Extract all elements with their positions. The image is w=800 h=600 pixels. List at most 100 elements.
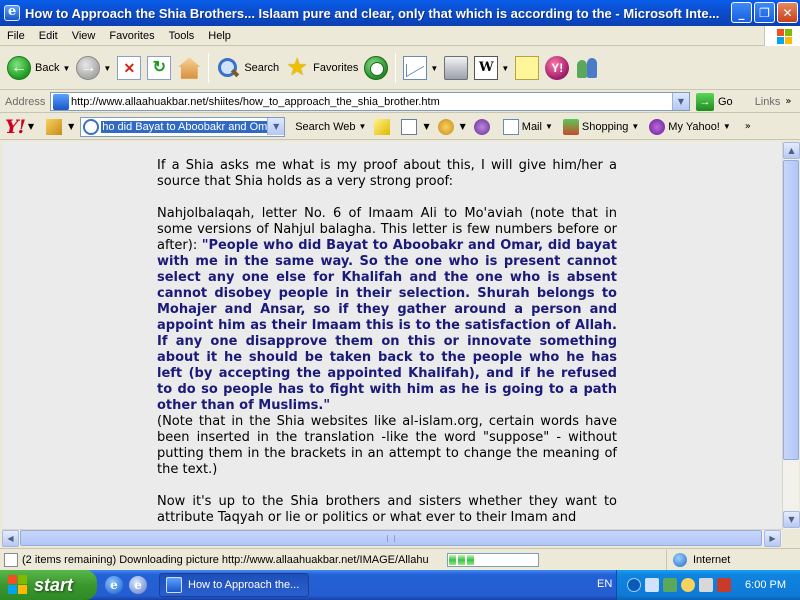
quicklaunch-browser-icon[interactable]: e — [129, 576, 147, 594]
pencil-icon[interactable] — [46, 118, 63, 135]
menu-edit[interactable]: Edit — [32, 30, 65, 42]
quicklaunch-ie-icon[interactable]: e — [105, 576, 123, 594]
task-label: How to Approach the... — [188, 579, 300, 591]
word-edit-icon: W — [474, 56, 499, 80]
search-history-dropdown-icon[interactable]: ▼ — [267, 117, 285, 135]
form-fill-icon[interactable] — [401, 118, 418, 135]
scroll-right-button[interactable]: ▶ — [764, 530, 781, 547]
yahoo-logo[interactable]: Y! — [5, 116, 26, 138]
highlight-icon[interactable] — [374, 118, 391, 135]
my-yahoo-dropdown-icon[interactable]: ▼ — [723, 122, 731, 131]
maximize-button[interactable]: ❐ — [754, 2, 775, 23]
links-label[interactable]: Links — [755, 96, 781, 108]
menu-file[interactable]: File — [0, 30, 32, 42]
back-button[interactable]: ← Back ▼ — [4, 50, 73, 86]
forward-dropdown-icon[interactable]: ▼ — [103, 64, 111, 73]
shopping-dropdown-icon[interactable]: ▼ — [631, 122, 639, 131]
go-button[interactable]: → Go — [696, 92, 733, 111]
search-icon — [216, 56, 240, 80]
printer-icon — [444, 56, 469, 80]
paragraph: If a Shia asks me what is my proof about… — [157, 158, 617, 189]
language-indicator[interactable]: EN — [597, 578, 612, 590]
refresh-icon: ↻ — [147, 56, 172, 80]
yahoo-dropdown-icon[interactable]: ▼ — [28, 122, 34, 131]
shopping-label: Shopping — [581, 120, 629, 133]
pencil-dropdown-icon[interactable]: ▼ — [68, 122, 74, 131]
clock[interactable]: 6:00 PM — [745, 579, 786, 591]
menu-favorites[interactable]: Favorites — [102, 30, 161, 42]
horizontal-scrollbar[interactable]: ◀ ▶ — [2, 529, 782, 547]
print-button[interactable] — [441, 50, 471, 86]
edit-button[interactable]: W ▼ — [471, 50, 512, 86]
grip-icon — [387, 535, 395, 542]
vertical-scroll-thumb[interactable] — [783, 160, 799, 460]
refresh-button[interactable]: ↻ — [144, 50, 174, 86]
scroll-down-button[interactable]: ▼ — [783, 511, 800, 528]
messenger-button[interactable]: Y! — [542, 50, 572, 86]
yahoo-search-value: ho did Bayat to Aboobakr and Omar — [101, 120, 279, 133]
my-yahoo-button[interactable]: My Yahoo! ▼ — [649, 118, 731, 135]
address-dropdown-icon[interactable]: ▼ — [672, 93, 689, 110]
status-bar: (2 items remaining) Downloading picture … — [0, 548, 800, 570]
start-button[interactable]: start — [0, 570, 97, 600]
minimize-button[interactable]: _ — [731, 2, 752, 23]
mail-dropdown-icon[interactable]: ▼ — [545, 122, 553, 131]
scroll-up-button[interactable]: ▲ — [783, 142, 800, 159]
yahoo-mail-button[interactable]: Mail ▼ — [502, 118, 553, 135]
scroll-left-button[interactable]: ◀ — [2, 530, 19, 547]
vertical-scrollbar[interactable]: ▲ ▼ — [782, 142, 800, 529]
menu-view[interactable]: View — [65, 30, 103, 42]
go-label: Go — [718, 95, 733, 108]
search-button[interactable]: Search — [213, 50, 282, 86]
security-zone: Internet — [666, 549, 730, 570]
stop-button[interactable]: ✕ — [114, 50, 144, 86]
horizontal-scroll-thumb[interactable] — [20, 530, 762, 546]
taskbar-ie-window[interactable]: How to Approach the... — [159, 573, 309, 597]
page-loading-icon — [4, 552, 18, 567]
status-text: (2 items remaining) Downloading picture … — [22, 553, 429, 566]
search-web-dropdown-icon[interactable]: ▼ — [359, 122, 367, 131]
compass-dropdown-icon[interactable]: ▼ — [460, 122, 466, 131]
window-controls: _ ❐ ✕ — [731, 2, 798, 23]
forward-button[interactable]: → ▼ — [73, 50, 114, 86]
title-bar[interactable]: How to Approach the Shia Brothers... Isl… — [0, 0, 800, 26]
chevron-right-icon[interactable]: » — [785, 96, 791, 107]
mail-dropdown-icon[interactable]: ▼ — [430, 64, 438, 73]
ie-icon[interactable] — [4, 4, 20, 21]
favorites-button[interactable]: ★ Favorites — [282, 50, 361, 86]
contacts-button[interactable] — [572, 50, 602, 86]
compass-icon[interactable] — [437, 118, 454, 135]
network-icon[interactable] — [645, 578, 659, 592]
yahoo-smiley-icon[interactable] — [681, 578, 695, 592]
shopping-button[interactable]: Shopping ▼ — [562, 118, 639, 135]
volume-icon[interactable] — [699, 578, 713, 592]
headphones-icon[interactable] — [473, 118, 490, 135]
page-icon — [53, 93, 69, 110]
discuss-button[interactable] — [512, 50, 542, 86]
messenger-people-icon[interactable] — [663, 578, 677, 592]
address-input[interactable] — [71, 95, 671, 108]
forward-arrow-icon: → — [76, 56, 101, 80]
menu-help[interactable]: Help — [201, 30, 238, 42]
yahoo-search-input[interactable]: ho did Bayat to Aboobakr and Omar ▼ — [80, 116, 286, 137]
mail-button[interactable]: ▼ — [400, 50, 441, 86]
home-button[interactable] — [174, 50, 204, 86]
tray-expand-icon[interactable] — [627, 578, 641, 592]
form-fill-dropdown-icon[interactable]: ▼ — [423, 122, 429, 131]
security-shield-icon[interactable] — [717, 578, 731, 592]
history-button[interactable] — [361, 50, 391, 86]
edit-dropdown-icon[interactable]: ▼ — [501, 64, 509, 73]
address-combo[interactable]: ▼ — [50, 92, 690, 111]
back-arrow-icon: ← — [7, 56, 31, 80]
menu-bar: File Edit View Favorites Tools Help — [0, 26, 800, 46]
windows-flag-icon — [8, 575, 28, 595]
search-web-button[interactable]: Search Web ▼ — [295, 121, 366, 133]
close-button[interactable]: ✕ — [777, 2, 798, 23]
window-title: How to Approach the Shia Brothers... Isl… — [25, 5, 720, 21]
chevron-right-icon[interactable]: » — [745, 121, 751, 132]
page-content[interactable]: If a Shia asks me what is my proof about… — [2, 142, 782, 529]
paragraph: Nahjolbalaqah, letter No. 6 of Imaam Ali… — [157, 206, 617, 478]
menu-tools[interactable]: Tools — [162, 30, 202, 42]
back-dropdown-icon[interactable]: ▼ — [62, 64, 70, 73]
yahoo-messenger-icon: Y! — [545, 56, 570, 80]
